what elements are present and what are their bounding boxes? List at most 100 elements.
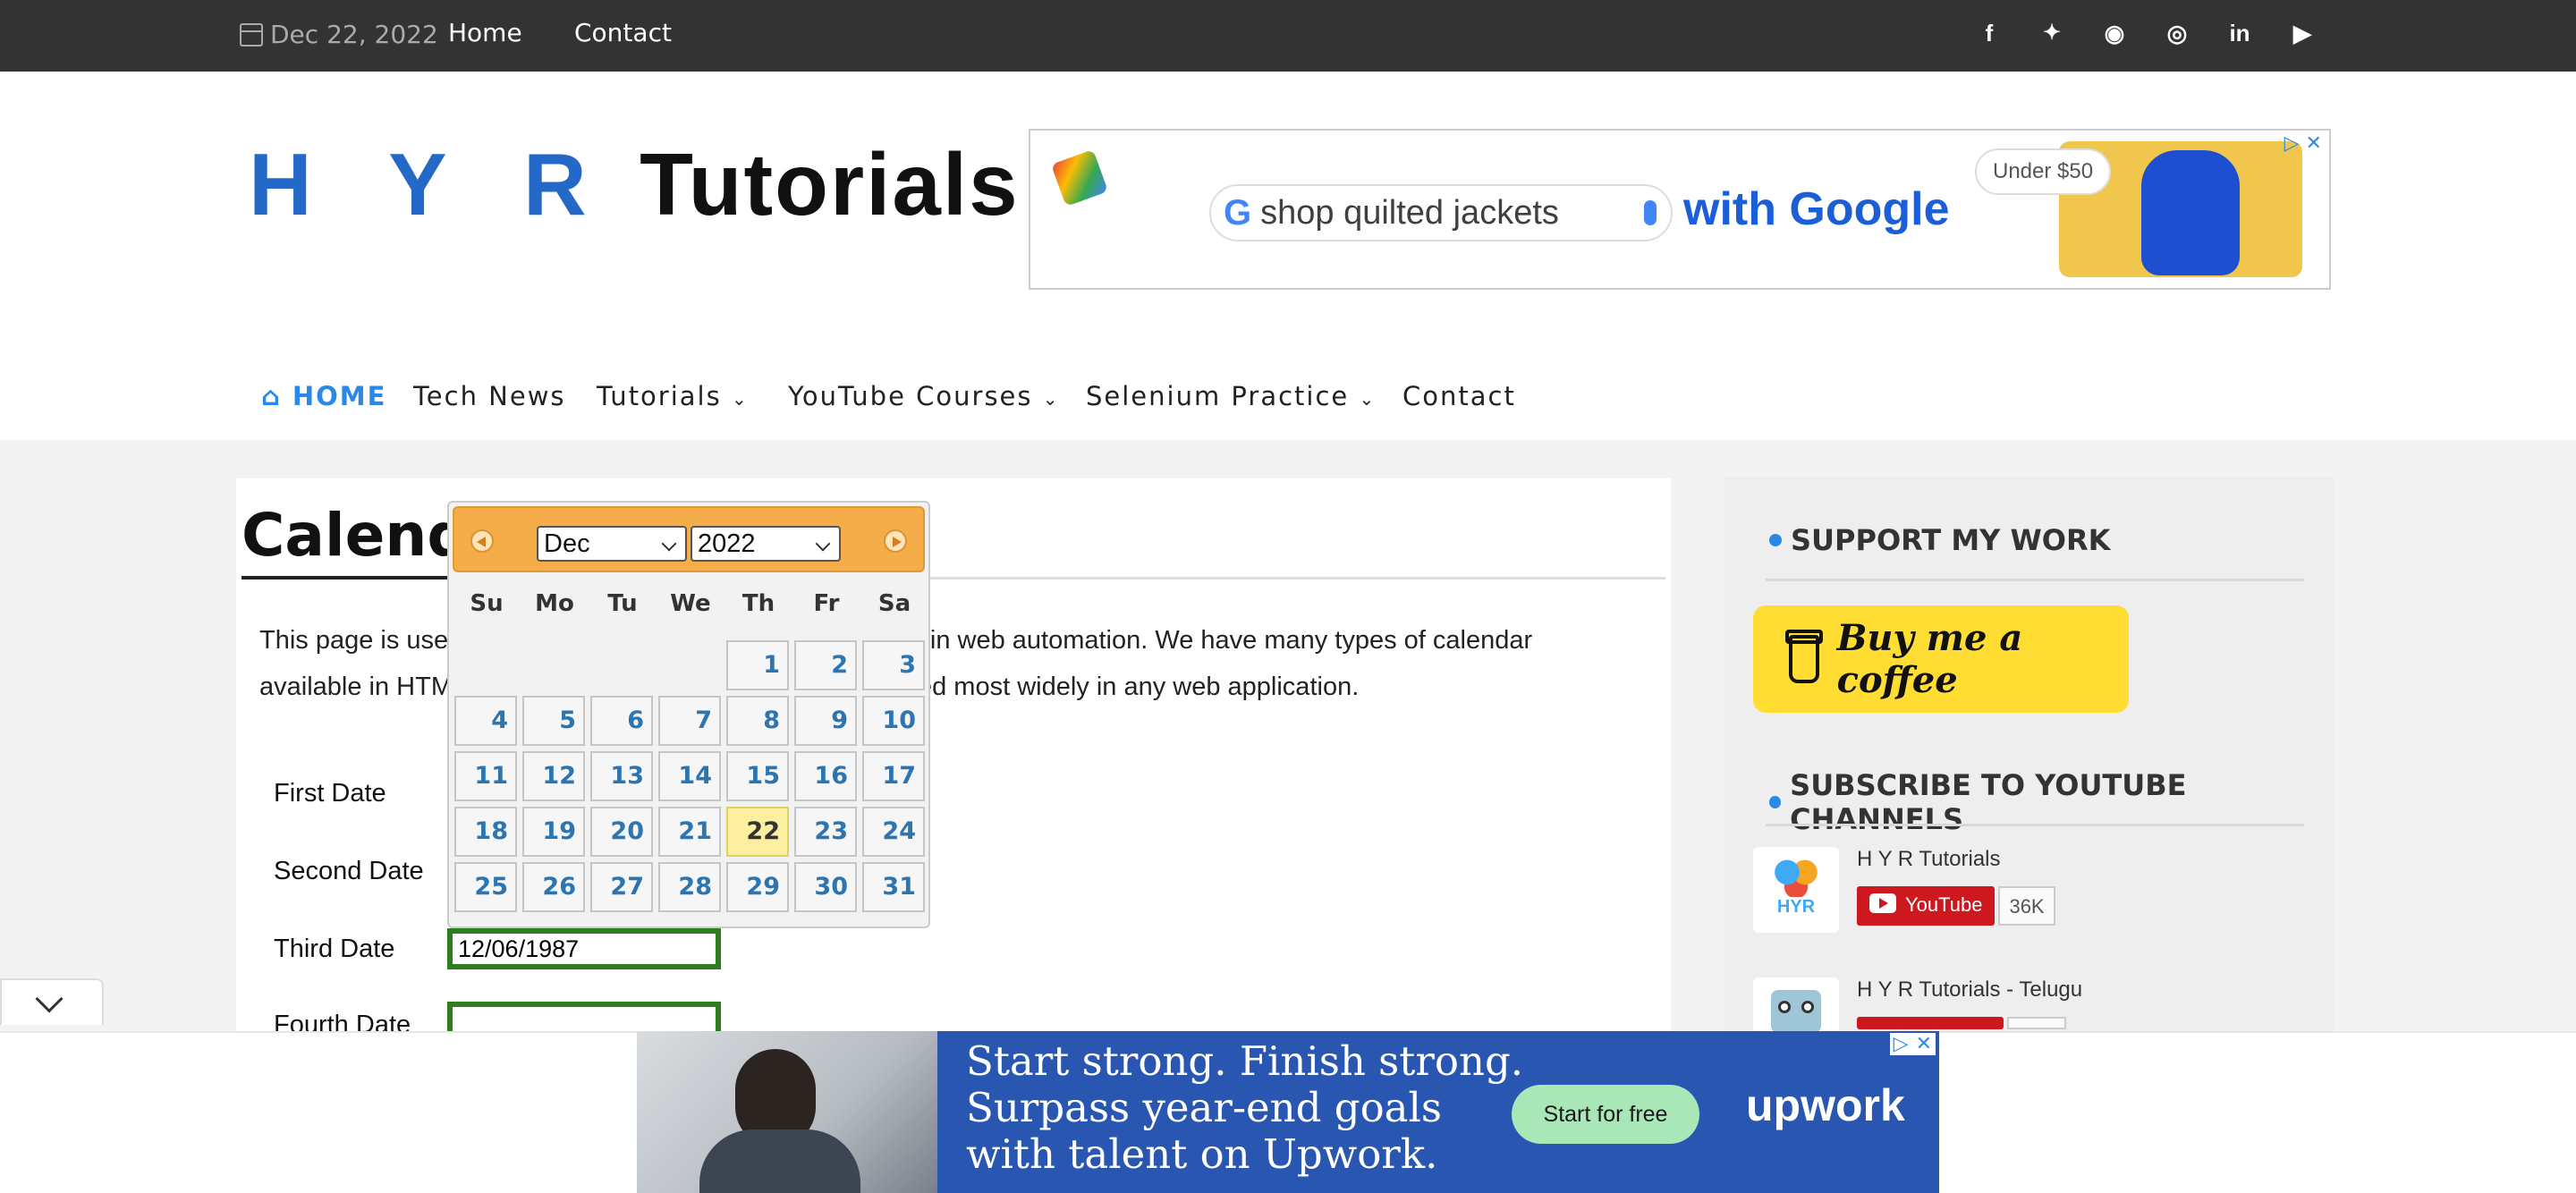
chevron-down-icon: ⌄	[731, 388, 749, 410]
nav-youtube-courses-label: YouTube Courses	[788, 381, 1033, 411]
weekday-label: Sa	[877, 590, 911, 617]
day-cell[interactable]: 8	[726, 696, 789, 746]
intro-line1-start: This page is used	[259, 626, 463, 655]
header-ad[interactable]: G shop quilted jackets with Google Under…	[1029, 129, 2331, 290]
youtube-subscribe-button[interactable]: YouTube	[1857, 886, 1996, 926]
twitter-icon[interactable]: ✦	[2038, 20, 2066, 47]
buy-me-a-coffee-button[interactable]: Buy me a coffee	[1753, 605, 2129, 713]
nav-item-home[interactable]: ⌂ HOME	[261, 381, 386, 411]
weekday-header: Su Mo Tu We Th Fr Sa	[453, 590, 928, 617]
support-title-text: SUPPORT MY WORK	[1791, 523, 2111, 557]
nav-item-tutorials[interactable]: Tutorials ⌄	[597, 381, 749, 411]
day-cell[interactable]: 12	[522, 751, 585, 801]
day-cell[interactable]: 13	[590, 751, 653, 801]
day-cell[interactable]: 3	[862, 640, 925, 690]
second-date-label: Second Date	[274, 857, 424, 885]
day-cell[interactable]: 1	[726, 640, 789, 690]
facebook-icon[interactable]: f	[1975, 20, 2004, 47]
weekday-label: Su	[470, 590, 504, 617]
day-cell[interactable]: 18	[454, 807, 517, 857]
day-cell[interactable]: 15	[726, 751, 789, 801]
empty-day-cell	[590, 640, 653, 690]
day-cell[interactable]: 19	[522, 807, 585, 857]
channel-card: HYR H Y R Tutorials YouTube 36K	[1753, 847, 2290, 945]
ad-choices-close-icon[interactable]: ▷ ✕	[1889, 1033, 1936, 1055]
day-cell[interactable]: 26	[522, 862, 585, 912]
youtube-icon[interactable]: ▶	[2288, 20, 2317, 47]
datepicker-popup: Dec 2022 Su Mo Tu We Th Fr Sa 1234567891…	[447, 501, 930, 928]
weekday-label: Tu	[607, 590, 638, 617]
day-cell[interactable]: 31	[862, 862, 925, 912]
date-text: Dec 22, 2022	[270, 20, 438, 49]
ad-choices-close-icon[interactable]: ▷ ✕	[2284, 132, 2322, 155]
bottom-ad-upwork[interactable]: Start strong. Finish strong. Surpass yea…	[637, 1031, 1939, 1193]
day-cell[interactable]: 7	[658, 696, 721, 746]
day-cell[interactable]: 4	[454, 696, 517, 746]
nav-item-tech-news[interactable]: Tech News	[413, 381, 566, 411]
day-cell[interactable]: 30	[794, 862, 857, 912]
top-link-home[interactable]: Home	[448, 18, 522, 47]
youtube-subscribe[interactable]: YouTube 36K	[1857, 886, 2055, 926]
third-date-label: Third Date	[274, 935, 395, 963]
day-cell[interactable]: 11	[454, 751, 517, 801]
day-cell[interactable]: 21	[658, 807, 721, 857]
day-cell[interactable]: 27	[590, 862, 653, 912]
github-icon[interactable]: ◉	[2100, 20, 2129, 47]
nav-home-label: HOME	[292, 381, 387, 411]
day-cell[interactable]: 9	[794, 696, 857, 746]
google-g-icon: G	[1224, 192, 1252, 233]
youtube-subscribe[interactable]	[1857, 1017, 2066, 1029]
collapse-ad-button[interactable]	[0, 978, 104, 1025]
day-cell[interactable]: 23	[794, 807, 857, 857]
google-tag-icon	[1050, 148, 1109, 207]
next-month-icon[interactable]	[884, 529, 907, 553]
bullet-icon	[1769, 796, 1782, 808]
ad-search-box[interactable]: G shop quilted jackets	[1209, 184, 1673, 241]
day-cell[interactable]: 20	[590, 807, 653, 857]
calendar-icon	[240, 22, 263, 47]
instagram-icon[interactable]: ◎	[2163, 20, 2191, 47]
day-cell[interactable]: 10	[862, 696, 925, 746]
bullet-icon	[1769, 534, 1782, 546]
third-date-input[interactable]: 12/06/1987	[447, 928, 721, 969]
ad-headline-line1: Start strong. Finish strong.	[966, 1037, 1524, 1085]
logo-part-tutorials: Tutorials	[640, 135, 1020, 233]
nav-item-youtube-courses[interactable]: YouTube Courses ⌄	[788, 381, 1059, 411]
day-cell[interactable]: 5	[522, 696, 585, 746]
day-cell[interactable]: 14	[658, 751, 721, 801]
site-logo[interactable]: H Y R Tutorials	[249, 134, 1020, 235]
intro-line1-end: s in web automation. We have many types …	[910, 626, 1533, 655]
ad-with-google: with Google	[1683, 183, 1950, 235]
month-select[interactable]: Dec	[537, 526, 687, 562]
year-select[interactable]: 2022	[691, 526, 841, 562]
ad-photo	[637, 1031, 937, 1193]
day-cell[interactable]: 29	[726, 862, 789, 912]
subscribe-divider	[1766, 824, 2304, 826]
chevron-down-icon	[35, 985, 64, 1013]
day-cell[interactable]: 16	[794, 751, 857, 801]
ad-brand-logo: upwork	[1746, 1080, 1905, 1130]
youtube-subscribe-button[interactable]	[1857, 1017, 2004, 1029]
empty-day-cell	[658, 640, 721, 690]
top-link-contact[interactable]: Contact	[574, 18, 672, 47]
subscriber-count	[2007, 1017, 2066, 1029]
day-cell[interactable]: 17	[862, 751, 925, 801]
linkedin-icon[interactable]: in	[2225, 20, 2254, 47]
day-cell[interactable]: 24	[862, 807, 925, 857]
channel-name[interactable]: H Y R Tutorials - Telugu	[1857, 977, 2082, 1003]
day-cell[interactable]: 2	[794, 640, 857, 690]
ad-headline-line3: with talent on Upwork.	[966, 1130, 1438, 1178]
day-cell[interactable]: 6	[590, 696, 653, 746]
nav-item-selenium-practice[interactable]: Selenium Practice ⌄	[1086, 381, 1376, 411]
main-nav: ⌂ HOME Tech News Tutorials ⌄ YouTube Cou…	[0, 368, 2576, 440]
day-cell-today[interactable]: 22	[726, 807, 789, 857]
top-bar: Dec 22, 2022 Home Contact f ✦ ◉ ◎ in ▶	[0, 0, 2576, 72]
channel-logo-hyr[interactable]: HYR	[1753, 847, 1839, 933]
channel-name[interactable]: H Y R Tutorials	[1857, 847, 2001, 872]
nav-item-contact[interactable]: Contact	[1402, 381, 1516, 411]
day-cell[interactable]: 25	[454, 862, 517, 912]
ad-cta-button[interactable]: Start for free	[1512, 1085, 1699, 1144]
day-cell[interactable]: 28	[658, 862, 721, 912]
nav-selenium-label: Selenium Practice	[1086, 381, 1350, 411]
prev-month-icon[interactable]	[470, 529, 494, 553]
